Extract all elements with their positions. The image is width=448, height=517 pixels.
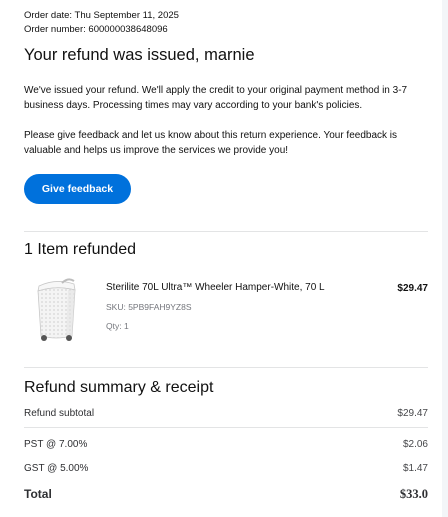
summary-row-subtotal: Refund subtotal $29.47 (24, 408, 428, 419)
items-refunded-heading: 1 Item refunded (24, 241, 137, 258)
laundry-hamper-image[interactable] (32, 276, 80, 344)
summary-row-pst: PST @ 7.00% $2.06 (24, 439, 428, 450)
order-number: Order number: 600000038648096 (24, 24, 168, 35)
hamper-illustration (37, 278, 76, 341)
give-feedback-button[interactable]: Give feedback (24, 174, 131, 204)
summary-row-gst: GST @ 5.00% $1.47 (24, 463, 428, 474)
feedback-info-text: Please give feedback and let us know abo… (24, 130, 398, 156)
summary-value: $1.47 (402, 463, 428, 474)
product-price: $29.47 (397, 283, 428, 294)
total-value: $33.0 (399, 487, 428, 501)
product-qty: Qty: 1 (106, 321, 129, 331)
refund-email-page: Order date: Thu September 11, 2025 Order… (0, 0, 442, 517)
product-name[interactable]: Sterilite 70L Ultra™ Wheeler Hamper-Whit… (106, 282, 325, 293)
page-title: Your refund was issued, marnie (24, 46, 255, 64)
total-label: Total (24, 487, 52, 501)
refund-summary-heading: Refund summary & receipt (24, 379, 214, 396)
section-divider (24, 231, 428, 232)
summary-label: GST @ 5.00% (24, 463, 89, 474)
summary-value: $29.47 (397, 408, 428, 419)
summary-label: Refund subtotal (24, 408, 95, 419)
summary-value: $2.06 (402, 439, 428, 450)
summary-row-total: Total $33.0 (24, 487, 428, 502)
section-divider (24, 367, 428, 368)
summary-divider (24, 427, 428, 428)
order-date: Order date: Thu September 11, 2025 (24, 10, 179, 21)
refund-info-text: We've issued your refund. We'll apply th… (24, 85, 408, 111)
product-sku: SKU: 5PB9FAH9YZ8S (106, 302, 192, 312)
summary-label: PST @ 7.00% (24, 439, 88, 450)
scroll-gutter (442, 0, 448, 517)
